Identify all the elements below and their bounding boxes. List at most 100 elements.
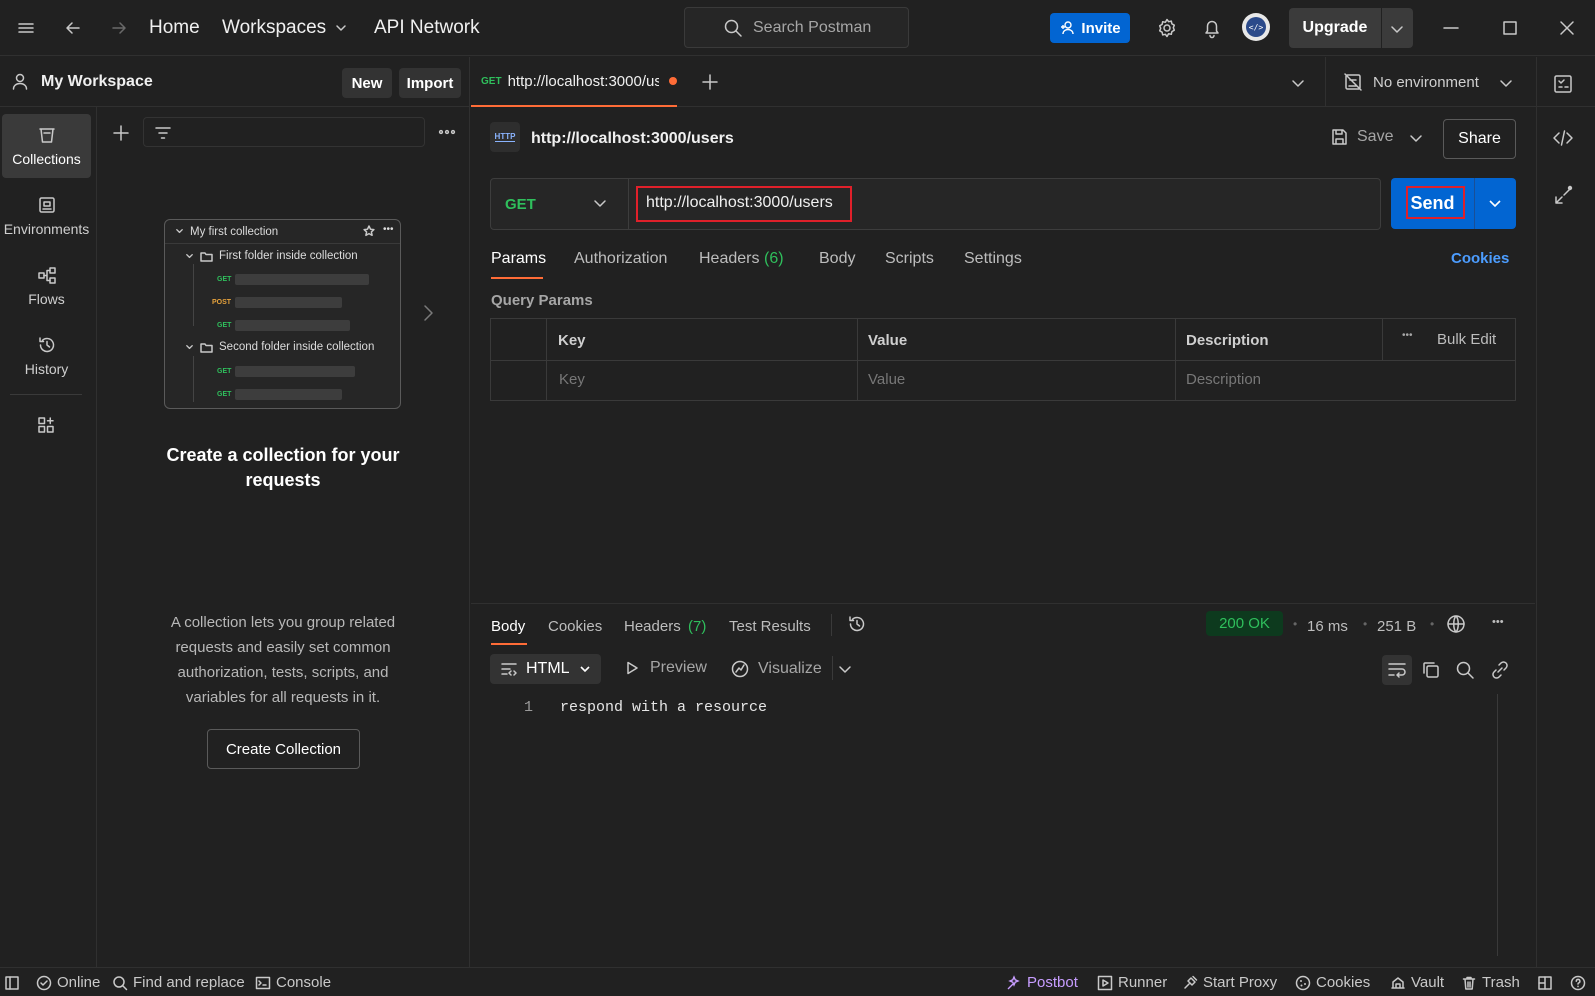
filter-input[interactable] — [143, 117, 425, 147]
import-button[interactable]: Import — [399, 68, 461, 98]
sidebar-item-flows[interactable]: Flows — [2, 254, 91, 318]
column-header-value: Value — [868, 332, 908, 349]
upgrade-button[interactable]: Upgrade — [1289, 8, 1413, 48]
send-chevron-down-icon[interactable] — [1487, 195, 1503, 211]
layout-split-icon[interactable] — [1537, 968, 1553, 996]
find-replace-button[interactable]: Find and replace — [112, 968, 245, 996]
query-params-table: Key Value Description ••• Bulk Edit Key … — [490, 318, 1516, 401]
search-input[interactable]: Search Postman — [684, 7, 909, 48]
sidebar-item-collections[interactable]: Collections — [2, 114, 91, 178]
method-selector[interactable]: GET — [491, 179, 629, 229]
visualize-icon — [730, 659, 750, 679]
link-icon[interactable] — [1490, 660, 1510, 680]
tab-settings[interactable]: Settings — [964, 250, 1022, 268]
close-window-icon[interactable] — [1557, 18, 1577, 38]
format-selector[interactable]: HTML — [490, 654, 601, 684]
tabs-dropdown-chevron-icon[interactable] — [1290, 75, 1306, 91]
sidebar-item-label: Environments — [3, 221, 90, 237]
docs-icon[interactable] — [1552, 73, 1574, 95]
runner-button[interactable]: Runner — [1097, 968, 1167, 996]
visualize-button[interactable]: Visualize — [730, 659, 822, 679]
request-tab[interactable]: GET http://localhost:3000/us — [471, 57, 677, 107]
unsaved-dot-icon — [669, 77, 677, 85]
rail-divider — [10, 394, 82, 395]
menu-icon[interactable] — [16, 18, 36, 38]
response-body-text[interactable]: respond with a resource — [560, 699, 767, 716]
response-size[interactable]: 251 B — [1377, 618, 1416, 635]
visualize-chevron-down-icon[interactable] — [837, 661, 853, 677]
environment-selector[interactable]: No environment — [1343, 72, 1523, 92]
avatar[interactable]: </> — [1242, 13, 1270, 41]
tab-headers[interactable]: Headers — [699, 250, 759, 268]
nav-home[interactable]: Home — [149, 17, 200, 39]
tab-authorization[interactable]: Authorization — [574, 250, 667, 268]
nav-workspaces[interactable]: Workspaces — [222, 17, 348, 39]
value-input[interactable]: Value — [868, 371, 905, 388]
illus-method: POST — [212, 299, 232, 306]
response-tab-body[interactable]: Body — [491, 618, 525, 635]
save-chevron-down-icon[interactable] — [1408, 130, 1424, 146]
cookies-link[interactable]: Cookies — [1451, 250, 1509, 267]
response-tab-cookies[interactable]: Cookies — [548, 618, 602, 635]
settings-gear-icon[interactable] — [1156, 17, 1178, 39]
illus-bar — [235, 297, 342, 308]
chevron-down-icon — [578, 662, 592, 676]
related-collections-icon[interactable] — [1552, 185, 1574, 207]
console-button[interactable]: Console — [255, 968, 331, 996]
save-button[interactable]: Save — [1329, 127, 1393, 147]
add-apps-icon[interactable] — [36, 415, 56, 435]
share-button[interactable]: Share — [1443, 119, 1516, 159]
create-collection-button[interactable]: Create Collection — [207, 729, 360, 769]
response-divider[interactable] — [471, 603, 1535, 604]
preview-button[interactable]: Preview — [624, 659, 707, 677]
sidebar-item-history[interactable]: History — [2, 324, 91, 388]
status-badge[interactable]: 200 OK — [1206, 611, 1283, 636]
star-icon — [363, 225, 375, 237]
wrap-lines-icon[interactable] — [1382, 655, 1412, 685]
tab-params[interactable]: Params — [491, 250, 546, 268]
vault-button[interactable]: Vault — [1390, 968, 1444, 996]
request-name[interactable]: http://localhost:3000/users — [531, 130, 734, 148]
response-time[interactable]: 16 ms — [1307, 618, 1348, 635]
help-icon[interactable] — [1570, 968, 1586, 996]
tab-scripts[interactable]: Scripts — [885, 250, 934, 268]
back-arrow-icon[interactable] — [63, 18, 83, 38]
response-tab-test-results[interactable]: Test Results — [729, 618, 811, 635]
notification-bell-icon[interactable] — [1201, 17, 1223, 39]
response-tab-headers[interactable]: Headers — [624, 618, 681, 635]
description-input[interactable]: Description — [1186, 371, 1261, 388]
sidebar-item-environments[interactable]: Environments — [2, 184, 91, 248]
invite-button[interactable]: Invite — [1050, 13, 1130, 43]
response-more-icon[interactable]: ••• — [1492, 616, 1504, 628]
nav-api-network[interactable]: API Network — [374, 17, 480, 39]
search-response-icon[interactable] — [1455, 660, 1475, 680]
online-status[interactable]: Online — [36, 968, 100, 996]
start-proxy-button[interactable]: Start Proxy — [1182, 968, 1277, 996]
add-collection-icon[interactable] — [112, 124, 130, 142]
trash-button[interactable]: Trash — [1461, 968, 1520, 996]
code-icon[interactable] — [1552, 127, 1574, 149]
empty-state-body: A collection lets you group related requ… — [170, 614, 396, 706]
copy-icon[interactable] — [1421, 660, 1441, 680]
illus-folder1: First folder inside collection — [185, 250, 358, 262]
more-options-icon[interactable] — [438, 123, 456, 141]
maximize-window-icon[interactable] — [1500, 18, 1520, 38]
new-button[interactable]: New — [342, 68, 392, 98]
bulk-edit-button[interactable]: Bulk Edit — [1437, 331, 1496, 348]
minimize-window-icon[interactable] — [1441, 18, 1461, 38]
workspace-name[interactable]: My Workspace — [41, 73, 153, 91]
upgrade-chevron-down-icon[interactable] — [1389, 21, 1405, 37]
new-tab-plus-icon[interactable] — [701, 73, 719, 91]
forward-arrow-icon[interactable] — [109, 18, 129, 38]
postbot-button[interactable]: Postbot — [1006, 968, 1078, 996]
chevron-right-icon[interactable] — [420, 302, 436, 324]
toggle-sidebar-icon[interactable] — [4, 968, 20, 996]
tab-body[interactable]: Body — [819, 250, 855, 268]
sidebar-item-label: History — [24, 361, 69, 377]
key-input[interactable]: Key — [559, 371, 585, 388]
scrollbar-track[interactable] — [1497, 694, 1498, 956]
response-history-icon[interactable] — [847, 614, 867, 634]
table-more-icon[interactable]: ••• — [1402, 330, 1413, 341]
cookies-button[interactable]: Cookies — [1295, 968, 1370, 996]
globe-icon[interactable] — [1445, 613, 1467, 635]
